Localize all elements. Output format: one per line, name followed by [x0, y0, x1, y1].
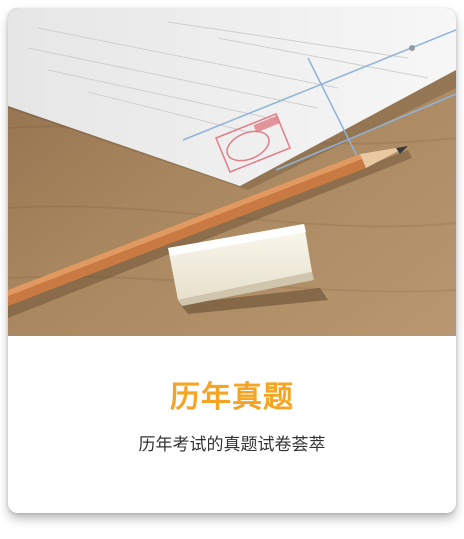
card-caption: 历年真题 历年考试的真题试卷荟萃 [8, 336, 456, 513]
card-subtitle: 历年考试的真题试卷荟萃 [138, 435, 326, 455]
card-title: 历年真题 [170, 380, 294, 415]
exam-papers-card[interactable]: 历年真题 历年考试的真题试卷荟萃 [8, 8, 456, 513]
card-image [8, 8, 456, 336]
